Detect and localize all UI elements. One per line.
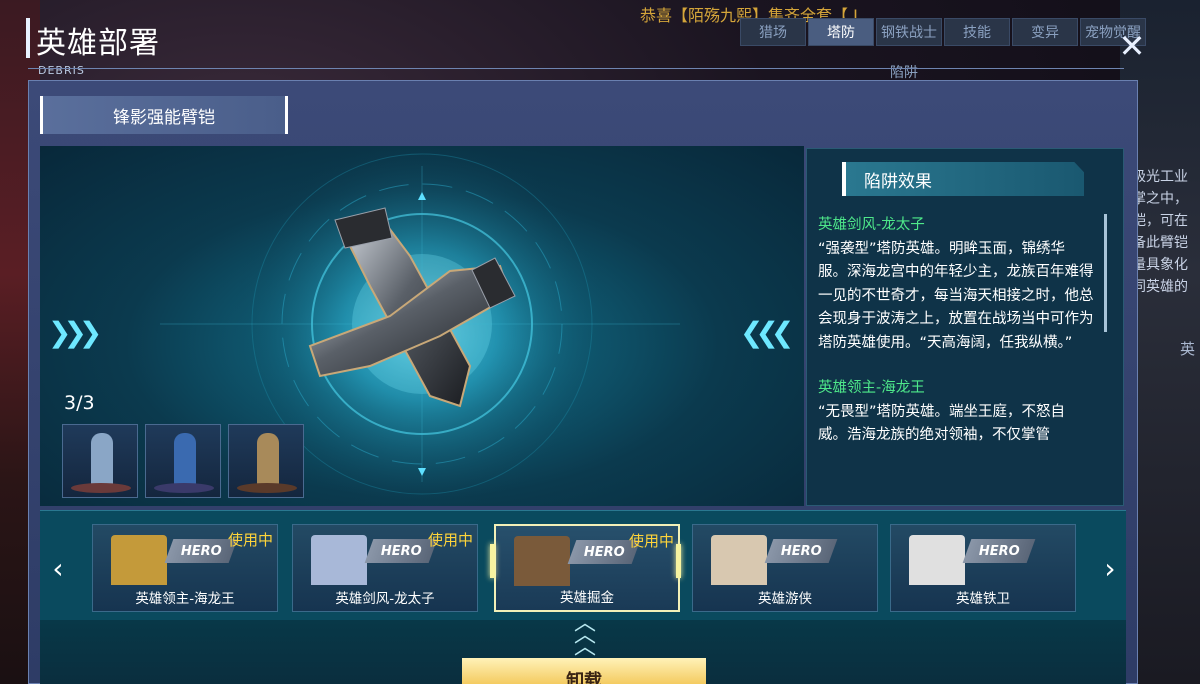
effect-title: 陷阱效果 <box>842 162 1084 196</box>
effect-entry: 英雄剑风-龙太子 “强袭型”塔防英雄。明眸玉面，锦绣华服。深海龙宫中的年轻少主，… <box>818 214 1094 355</box>
hero-portrait <box>711 535 767 585</box>
next-item-arrow[interactable]: ❮❮❮ <box>740 316 794 349</box>
background-side-line: 极光工业 <box>1132 169 1188 185</box>
selection-marker-left <box>490 544 495 578</box>
background-tab: 钢铁战士 <box>876 18 942 46</box>
background-tab: 变异 <box>1012 18 1078 46</box>
background-sub-label: 陷阱 <box>890 65 918 81</box>
effect-hero-name: 英雄领主-海龙王 <box>818 380 925 396</box>
close-icon[interactable]: ✕ <box>1116 30 1148 62</box>
background-side-text: 极光工业 掌之中， 铠，可在 备此臂铠 量具象化 同英雄的 <box>1132 166 1200 298</box>
thumbnail[interactable] <box>228 424 304 498</box>
hero-card[interactable]: HERO 英雄游侠 <box>692 524 878 612</box>
hero-portrait <box>514 536 570 586</box>
thumbnail[interactable] <box>145 424 221 498</box>
title-divider <box>28 68 1124 69</box>
hero-name: 英雄剑风-龙太子 <box>335 591 435 607</box>
thumbnail-base <box>237 483 297 493</box>
thumbnail[interactable] <box>62 424 138 498</box>
in-use-badge: 使用中 <box>628 532 674 550</box>
hero-card[interactable]: HERO 使用中 英雄剑风-龙太子 <box>292 524 478 612</box>
page-subtitle: DEBRIS <box>38 64 85 77</box>
effect-scrollbar[interactable] <box>1104 214 1107 332</box>
hero-tag-text: HERO <box>583 544 625 560</box>
unload-button[interactable]: 卸载 <box>462 658 706 684</box>
background-side-line: 掌之中， <box>1132 191 1188 207</box>
thumbnail-strip <box>62 424 304 498</box>
hero-name: 英雄掘金 <box>560 590 614 606</box>
background-tab: 猎场 <box>740 18 806 46</box>
hero-tag: HERO <box>962 539 1036 563</box>
hero-card[interactable]: HERO 英雄铁卫 <box>890 524 1076 612</box>
hero-card[interactable]: HERO 使用中 英雄领主-海龙王 <box>92 524 278 612</box>
carousel-prev-icon[interactable]: ‹ <box>44 554 72 584</box>
hero-tag-text: HERO <box>780 543 822 559</box>
hero-card-selected[interactable]: HERO 使用中 英雄掘金 <box>494 524 680 612</box>
carousel-next-icon[interactable]: › <box>1096 554 1124 584</box>
hero-tag: HERO <box>164 539 238 563</box>
effect-hero-text: “强袭型”塔防英雄。明眸玉面，锦绣华服。深海龙宫中的年轻少主，龙族百年难得一见的… <box>818 240 1094 351</box>
background-side-line: 铠，可在 <box>1132 213 1188 229</box>
hero-portrait <box>111 535 167 585</box>
thumbnail-base <box>154 483 214 493</box>
in-use-badge: 使用中 <box>227 531 273 549</box>
effect-hero-text: “无畏型”塔防英雄。端坐王庭，不怒自威。浩海龙族的绝对领袖，不仅掌管 <box>818 403 1066 444</box>
hero-portrait <box>311 535 367 585</box>
hero-name: 英雄领主-海龙王 <box>135 591 235 607</box>
background-side-line: 备此臂铠 <box>1132 235 1188 251</box>
hero-portrait <box>909 535 965 585</box>
page-title: 英雄部署 <box>36 26 160 61</box>
effect-description[interactable]: 英雄剑风-龙太子 “强袭型”塔防英雄。明眸玉面，锦绣华服。深海龙宫中的年轻少主，… <box>818 214 1094 482</box>
hero-tag: HERO <box>364 539 438 563</box>
hero-name: 英雄游侠 <box>758 591 812 607</box>
selection-marker-right <box>676 544 681 578</box>
background-tab: 技能 <box>944 18 1010 46</box>
prev-item-arrow[interactable]: ❯❯❯ <box>48 316 102 349</box>
item-counter: 3/3 <box>64 392 95 414</box>
chevron-up-icon: ︿ ︿ ︿ <box>573 611 596 660</box>
hero-name: 英雄铁卫 <box>956 591 1010 607</box>
thumbnail-base <box>71 483 131 493</box>
background-tabs: 猎场 塔防 钢铁战士 技能 变异 宠物觉醒 <box>740 18 1146 46</box>
hero-tag-text: HERO <box>180 543 222 559</box>
background-tab-active: 塔防 <box>808 18 874 46</box>
item-name-tab: 锋影强能臂铠 <box>40 96 288 134</box>
in-use-badge: 使用中 <box>427 531 473 549</box>
background-side-line: 同英雄的 <box>1132 279 1188 295</box>
hero-tag: HERO <box>764 539 838 563</box>
hero-tag-text: HERO <box>978 543 1020 559</box>
effect-hero-name: 英雄剑风-龙太子 <box>818 217 925 233</box>
hero-tag-text: HERO <box>380 543 422 559</box>
background-side-line: 量具象化 <box>1132 257 1188 273</box>
effect-entry: 英雄领主-海龙王 “无畏型”塔防英雄。端坐王庭，不怒自威。浩海龙族的绝对领袖，不… <box>818 377 1094 448</box>
background-side-label: 英 <box>1180 340 1196 358</box>
